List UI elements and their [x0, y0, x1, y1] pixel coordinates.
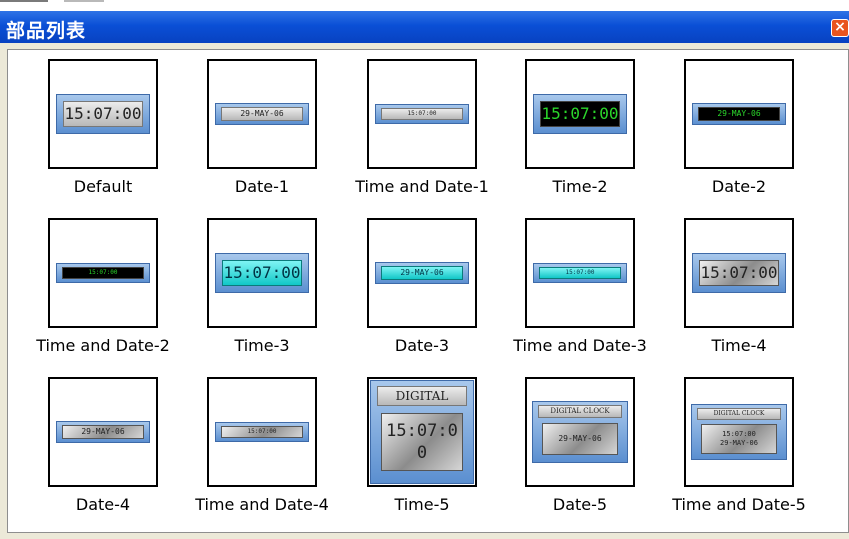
part-label: Default: [73, 177, 133, 196]
part-thumbnail[interactable]: 15:07:00: [207, 377, 317, 487]
clock-header: DIGITAL CLOCK: [538, 405, 622, 418]
part-label: Date-2: [711, 177, 767, 196]
part-thumbnail[interactable]: DIGITAL 15:07:0 0: [367, 377, 477, 487]
clock-header: DIGITAL: [377, 386, 467, 406]
window-title: 部品列表: [6, 20, 87, 42]
clock-display: 29-MAY-06: [381, 266, 463, 280]
clock-display: 29-MAY-06: [221, 107, 303, 121]
clock-bezel: 29-MAY-06: [375, 262, 469, 284]
part-thumbnail[interactable]: 29-MAY-06: [684, 59, 794, 169]
clock-bezel: DIGITAL 15:07:0 0: [370, 380, 474, 484]
part-label: Time-2: [552, 177, 608, 196]
clock-bezel: 15:07:00: [375, 104, 469, 124]
part-label: Time and Date-5: [672, 495, 806, 514]
parts-list: 15:07:00 Default 29-MAY-06 Date-1 15:07:…: [7, 49, 849, 533]
clock-bezel: 15:07:00: [533, 94, 627, 134]
clock-bezel: 15:07:00: [533, 263, 627, 283]
part-label: Date-4: [75, 495, 131, 514]
part-thumbnail[interactable]: DIGITAL CLOCK 15:07:00 29-MAY-06: [684, 377, 794, 487]
top-fragment: [64, 0, 104, 2]
part-thumbnail[interactable]: DIGITAL CLOCK 29-MAY-06: [525, 377, 635, 487]
part-thumbnail[interactable]: 15:07:00: [525, 218, 635, 328]
window-body: 15:07:00 Default 29-MAY-06 Date-1 15:07:…: [0, 43, 849, 539]
clock-bezel: 29-MAY-06: [56, 421, 150, 443]
part-label: Time and Date-1: [355, 177, 489, 196]
clock-display: 15:07:00 29-MAY-06: [701, 424, 777, 454]
clock-display: 15:07:00: [63, 101, 143, 127]
clock-display: 15:07:00: [699, 260, 779, 286]
window-titlebar[interactable]: 部品列表: [0, 11, 849, 43]
part-label: Date-1: [234, 177, 290, 196]
clock-bezel: DIGITAL CLOCK 29-MAY-06: [532, 401, 628, 463]
top-strip: [0, 0, 849, 11]
clock-display-line: 29-MAY-06: [720, 439, 758, 447]
clock-display: 15:07:00: [540, 101, 620, 127]
clock-bezel: 15:07:00: [215, 422, 309, 442]
clock-display-line: 15:07:0: [386, 421, 458, 441]
part-thumbnail[interactable]: 15:07:00: [48, 59, 158, 169]
part-label: Time and Date-4: [195, 495, 329, 514]
clock-display: 29-MAY-06: [62, 425, 144, 439]
clock-display: 15:07:0 0: [381, 413, 463, 471]
clock-header: DIGITAL CLOCK: [697, 408, 781, 420]
part-thumbnail[interactable]: 15:07:00: [207, 218, 317, 328]
part-label: Time-3: [234, 336, 290, 355]
part-thumbnail[interactable]: 15:07:00: [367, 59, 477, 169]
clock-display: 15:07:00: [381, 108, 463, 120]
clock-display-line: 15:07:00: [722, 430, 756, 438]
part-thumbnail[interactable]: 15:07:00: [525, 59, 635, 169]
part-label: Time and Date-3: [513, 336, 647, 355]
clock-display: 15:07:00: [62, 267, 144, 279]
clock-bezel: 15:07:00: [56, 94, 150, 134]
part-label: Date-3: [394, 336, 450, 355]
part-thumbnail[interactable]: 29-MAY-06: [367, 218, 477, 328]
part-label: Time and Date-2: [36, 336, 170, 355]
clock-display: 15:07:00: [222, 260, 302, 286]
part-label: Date-5: [552, 495, 608, 514]
clock-bezel: 15:07:00: [56, 263, 150, 283]
clock-bezel: 29-MAY-06: [215, 103, 309, 125]
part-thumbnail[interactable]: 29-MAY-06: [48, 377, 158, 487]
part-label: Time-5: [394, 495, 450, 514]
clock-bezel: DIGITAL CLOCK 15:07:00 29-MAY-06: [691, 404, 787, 460]
clock-bezel: 15:07:00: [692, 253, 786, 293]
clock-bezel: 15:07:00: [215, 253, 309, 293]
clock-display: 15:07:00: [539, 267, 621, 279]
part-thumbnail[interactable]: 15:07:00: [48, 218, 158, 328]
clock-bezel: 29-MAY-06: [692, 103, 786, 125]
part-thumbnail[interactable]: 15:07:00: [684, 218, 794, 328]
clock-display: 15:07:00: [221, 426, 303, 438]
clock-display: 29-MAY-06: [542, 423, 618, 455]
part-label: Time-4: [711, 336, 767, 355]
clock-display-line: 0: [416, 443, 428, 463]
close-icon[interactable]: ×: [831, 19, 849, 37]
part-thumbnail[interactable]: 29-MAY-06: [207, 59, 317, 169]
clock-display: 29-MAY-06: [698, 107, 780, 121]
top-fragment: [0, 0, 48, 2]
